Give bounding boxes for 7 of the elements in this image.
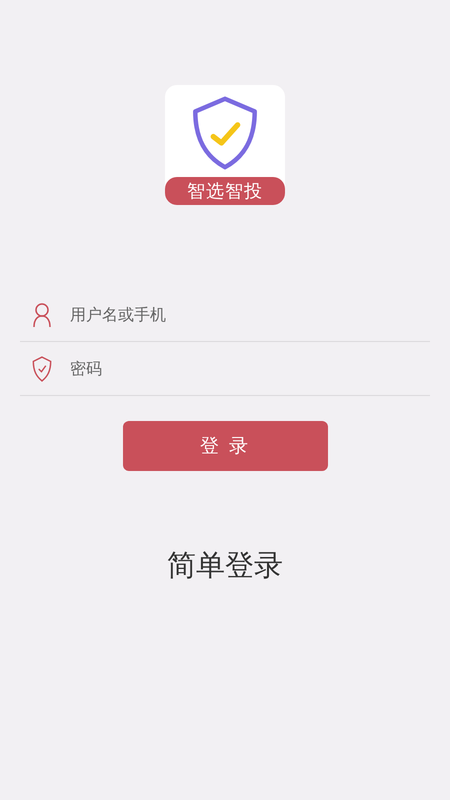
input-field[interactable]: 密码 (70, 354, 430, 384)
user-icon (32, 302, 52, 328)
shield-check-icon (32, 356, 52, 382)
input-field[interactable]: 用户名或手机 (70, 300, 430, 330)
login-button[interactable]: 登 录 (122, 421, 328, 471)
simple-login-link[interactable]: 简单登录 (167, 546, 283, 586)
logo-caption: 智选智投 (165, 177, 285, 205)
